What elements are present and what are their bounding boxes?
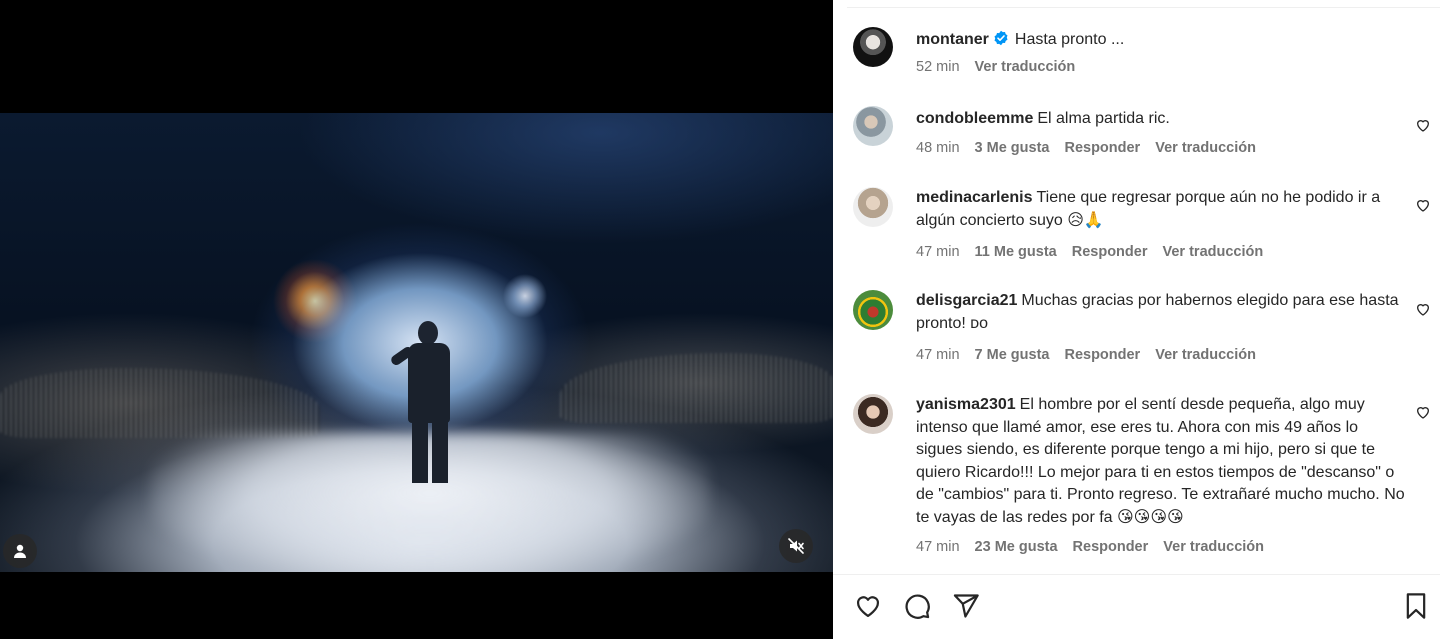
translate-link[interactable]: Ver traducción	[1155, 347, 1256, 363]
username[interactable]: delisgarcia21	[916, 292, 1017, 309]
translate-link[interactable]: Ver traducción	[1162, 244, 1263, 260]
translate-link[interactable]: Ver traducción	[1155, 140, 1256, 156]
reply-button[interactable]: Responder	[1064, 140, 1140, 156]
like-comment-heart-icon[interactable]	[1415, 301, 1431, 317]
crowd-left	[0, 368, 320, 438]
sound-off-icon[interactable]	[779, 529, 813, 563]
username[interactable]: medinacarlenis	[916, 189, 1033, 206]
likes-count[interactable]: 23 Me gusta	[975, 539, 1058, 555]
comment-meta: 47 min 7 Me gusta Responder Ver traducción	[916, 347, 1271, 363]
caption-meta: 52 min Ver traducción	[916, 59, 1090, 75]
like-comment-heart-icon[interactable]	[1415, 404, 1431, 420]
avatar[interactable]	[853, 27, 893, 67]
crowd-right	[560, 353, 833, 423]
reply-button[interactable]: Responder	[1073, 539, 1149, 555]
comment-icon[interactable]	[901, 590, 933, 622]
send-icon[interactable]	[950, 590, 982, 622]
avatar[interactable]	[853, 106, 893, 146]
comment-meta: 47 min 11 Me gusta Responder Ver traducción	[916, 244, 1278, 260]
comment-text: El hombre por el sentí desde pequeña, al…	[916, 396, 1405, 526]
timestamp[interactable]: 48 min	[916, 140, 960, 156]
timestamp[interactable]: 47 min	[916, 347, 960, 363]
username[interactable]: condobleemme	[916, 110, 1033, 127]
user-tag-icon[interactable]	[3, 534, 37, 568]
reply-button[interactable]: Responder	[1064, 347, 1140, 363]
comments-panel: montaner Hasta pronto ... 52 min Ver tradu…	[833, 0, 1440, 639]
likes-count[interactable]: 11 Me gusta	[975, 244, 1057, 260]
divider	[847, 7, 1440, 8]
heart-icon[interactable]	[852, 590, 884, 622]
divider	[833, 574, 1440, 575]
timestamp[interactable]: 47 min	[916, 539, 960, 555]
comment-meta: 48 min 3 Me gusta Responder Ver traducción	[916, 140, 1271, 156]
reply-button[interactable]: Responder	[1072, 244, 1148, 260]
likes-count[interactable]: 7 Me gusta	[975, 347, 1050, 363]
timestamp[interactable]: 52 min	[916, 59, 960, 75]
comment-text: El alma partida ric.	[1037, 110, 1170, 127]
avatar[interactable]	[853, 290, 893, 330]
avatar[interactable]	[853, 187, 893, 227]
performer-silhouette	[388, 321, 468, 491]
translate-link[interactable]: Ver traducción	[1163, 539, 1264, 555]
username[interactable]: montaner	[916, 31, 989, 48]
likes-count[interactable]: 3 Me gusta	[975, 140, 1050, 156]
like-comment-heart-icon[interactable]	[1415, 117, 1431, 133]
bookmark-icon[interactable]	[1400, 590, 1432, 622]
username[interactable]: yanisma2301	[916, 396, 1016, 413]
verified-badge-icon	[993, 30, 1009, 46]
avatar[interactable]	[853, 394, 893, 434]
video-player[interactable]	[0, 113, 833, 572]
like-comment-heart-icon[interactable]	[1415, 197, 1431, 213]
caption-text: Hasta pronto ...	[1014, 31, 1125, 48]
post-media[interactable]	[0, 0, 833, 639]
comment-meta: 47 min 23 Me gusta Responder Ver traducción	[916, 539, 1279, 555]
timestamp[interactable]: 47 min	[916, 244, 960, 260]
translate-link[interactable]: Ver traducción	[975, 59, 1076, 75]
